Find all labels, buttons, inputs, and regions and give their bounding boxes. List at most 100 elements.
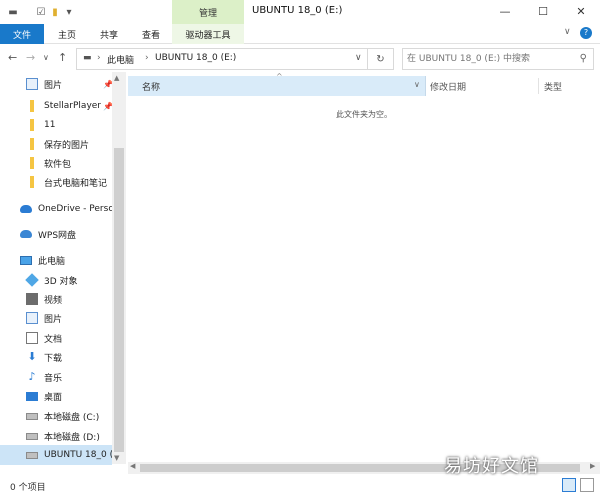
nav-item-11[interactable]: 11 [0,115,112,135]
customize-toolbar-icon[interactable]: ▾ [62,5,76,19]
tab-file[interactable]: 文件 [0,24,44,44]
help-icon[interactable]: ? [580,27,592,39]
nav-item-music[interactable]: ♪ 音乐 [0,367,112,387]
refresh-icon: ↻ [376,53,385,65]
column-filter-icon[interactable]: ∨ [414,80,420,89]
scroll-up-arrow-icon[interactable]: ▲ [114,74,119,82]
back-button[interactable]: ← [8,51,17,64]
nav-item-3d-objects[interactable]: 3D 对象 [0,270,112,290]
folder-icon [30,176,34,188]
this-pc-icon [20,255,32,265]
nav-item-label: WPS网盘 [38,230,77,241]
3d-objects-icon [25,273,39,287]
item-count: 0 个项目 [10,483,46,493]
ribbon-tabs: 文件 主页 共享 查看 驱动器工具 ∨ ? [0,24,600,44]
properties-icon[interactable]: ☑ [34,5,48,19]
nav-item-label: 台式电脑和笔记 [44,178,108,189]
breadcrumb-drive[interactable]: UBUNTU 18_0 (E:) [155,53,236,63]
forward-button[interactable]: → [26,51,35,64]
nav-item-label: 图片 [44,80,63,91]
nav-item-desktop-laptop[interactable]: 台式电脑和笔记 [0,172,112,192]
column-name[interactable]: ^ 名称 ∨ [128,72,426,96]
column-header: ^ 名称 ∨ 修改日期 类型 [128,72,600,96]
nav-item-label: 此电脑 [38,256,66,267]
drive-icon: ▬ [83,53,92,63]
nav-item-desktop[interactable]: 桌面 [0,386,112,406]
nav-item-wps[interactable]: WPS网盘 [0,224,112,244]
address-row: ← → ∨ ↑ ▬ › 此电脑 › UBUNTU 18_0 (E:) ∨ ↻ ⚲ [0,46,600,72]
nav-item-label: 保存的图片 [44,140,90,151]
refresh-button[interactable]: ↻ [367,48,393,70]
quick-access-toolbar: ▬ ☑ ▮ ▾ [6,4,76,20]
title-bar: ▬ ☑ ▮ ▾ 管理 UBUNTU 18_0 (E:) — ☐ ✕ [0,0,600,24]
nav-item-label: StellarPlayer [44,101,102,111]
nav-item-onedrive[interactable]: OneDrive - Perso [0,199,112,219]
drive-icon [26,432,38,440]
search-input[interactable] [407,51,573,67]
large-icons-view-button[interactable] [580,478,594,492]
nav-item-downloads[interactable]: ⬇ 下载 [0,347,112,367]
nav-item-stellarplayer[interactable]: StellarPlayer [0,96,112,116]
drive-icon [26,451,38,459]
videos-icon [26,293,38,305]
nav-item-label: 本地磁盘 (D:) [44,432,100,443]
folder-icon [30,157,34,169]
column-name-label: 名称 [142,83,161,93]
column-date-modified[interactable]: 修改日期 [430,80,466,93]
scroll-right-arrow-icon[interactable]: ▶ [590,462,595,470]
address-bar[interactable]: ▬ › 此电脑 › UBUNTU 18_0 (E:) ∨ ↻ [76,48,394,70]
onedrive-icon [20,205,32,213]
navigation-pane: 图片 📌 StellarPlayer 📌 11 保存的图片 软件包 台式电脑和笔… [0,72,126,472]
nav-item-label: 本地磁盘 (C:) [44,412,100,423]
column-type[interactable]: 类型 [544,80,562,93]
up-button[interactable]: ↑ [58,51,67,64]
nav-item-label: 软件包 [44,159,72,170]
nav-item-drive-c[interactable]: 本地磁盘 (C:) [0,406,112,426]
nav-item-documents[interactable]: 文档 [0,328,112,348]
nav-item-label: 11 [44,120,56,130]
tab-drive-tools[interactable]: 驱动器工具 [172,24,244,44]
breadcrumb-separator: › [145,53,149,63]
sort-ascending-icon: ^ [276,72,283,81]
scroll-down-arrow-icon[interactable]: ▼ [114,454,119,462]
close-button[interactable]: ✕ [564,2,598,20]
tab-view[interactable]: 查看 [134,24,168,44]
tab-share[interactable]: 共享 [92,24,126,44]
documents-icon [26,332,38,344]
pictures-icon [26,78,38,90]
manage-context-tab[interactable]: 管理 [172,0,244,24]
pictures-icon [26,312,38,324]
search-box[interactable]: ⚲ [402,48,594,70]
drive-icon [26,412,38,420]
nav-item-saved-pictures[interactable]: 保存的图片 [0,134,112,154]
nav-item-label: 文档 [44,334,63,345]
nav-item-drive-d[interactable]: 本地磁盘 (D:) [0,426,112,446]
nav-item-drive-e[interactable]: UBUNTU 18_0 (E:) [0,445,112,465]
nav-item-this-pc[interactable]: 此电脑 [0,250,112,270]
nav-item-software[interactable]: 软件包 [0,153,112,173]
details-view-button[interactable] [562,478,576,492]
nav-item-pictures[interactable]: 图片 [0,74,112,94]
column-divider[interactable] [538,78,539,94]
nav-item-videos[interactable]: 视频 [0,289,112,309]
nav-item-label: 3D 对象 [44,276,78,287]
maximize-button[interactable]: ☐ [526,2,560,20]
nav-item-pictures-pc[interactable]: 图片 [0,308,112,328]
drive-icon[interactable]: ▬ [6,5,20,19]
nav-pane-scroll-thumb[interactable] [114,148,124,452]
folder-icon [30,100,34,112]
ribbon-expand-icon[interactable]: ∨ [564,27,571,37]
folder-icon [30,119,34,131]
nav-item-label: 下载 [44,353,63,364]
new-folder-icon[interactable]: ▮ [48,5,62,19]
window-title: UBUNTU 18_0 (E:) [252,5,343,16]
tab-home[interactable]: 主页 [50,24,84,44]
desktop-icon [26,391,38,401]
address-history-icon[interactable]: ∨ [355,53,362,63]
recent-locations-button[interactable]: ∨ [43,53,49,62]
breadcrumb-this-pc[interactable]: 此电脑 [107,53,134,66]
minimize-button[interactable]: — [488,2,522,20]
nav-item-label: 音乐 [44,373,63,384]
scroll-left-arrow-icon[interactable]: ◀ [130,462,135,470]
file-list-area[interactable] [128,72,600,464]
